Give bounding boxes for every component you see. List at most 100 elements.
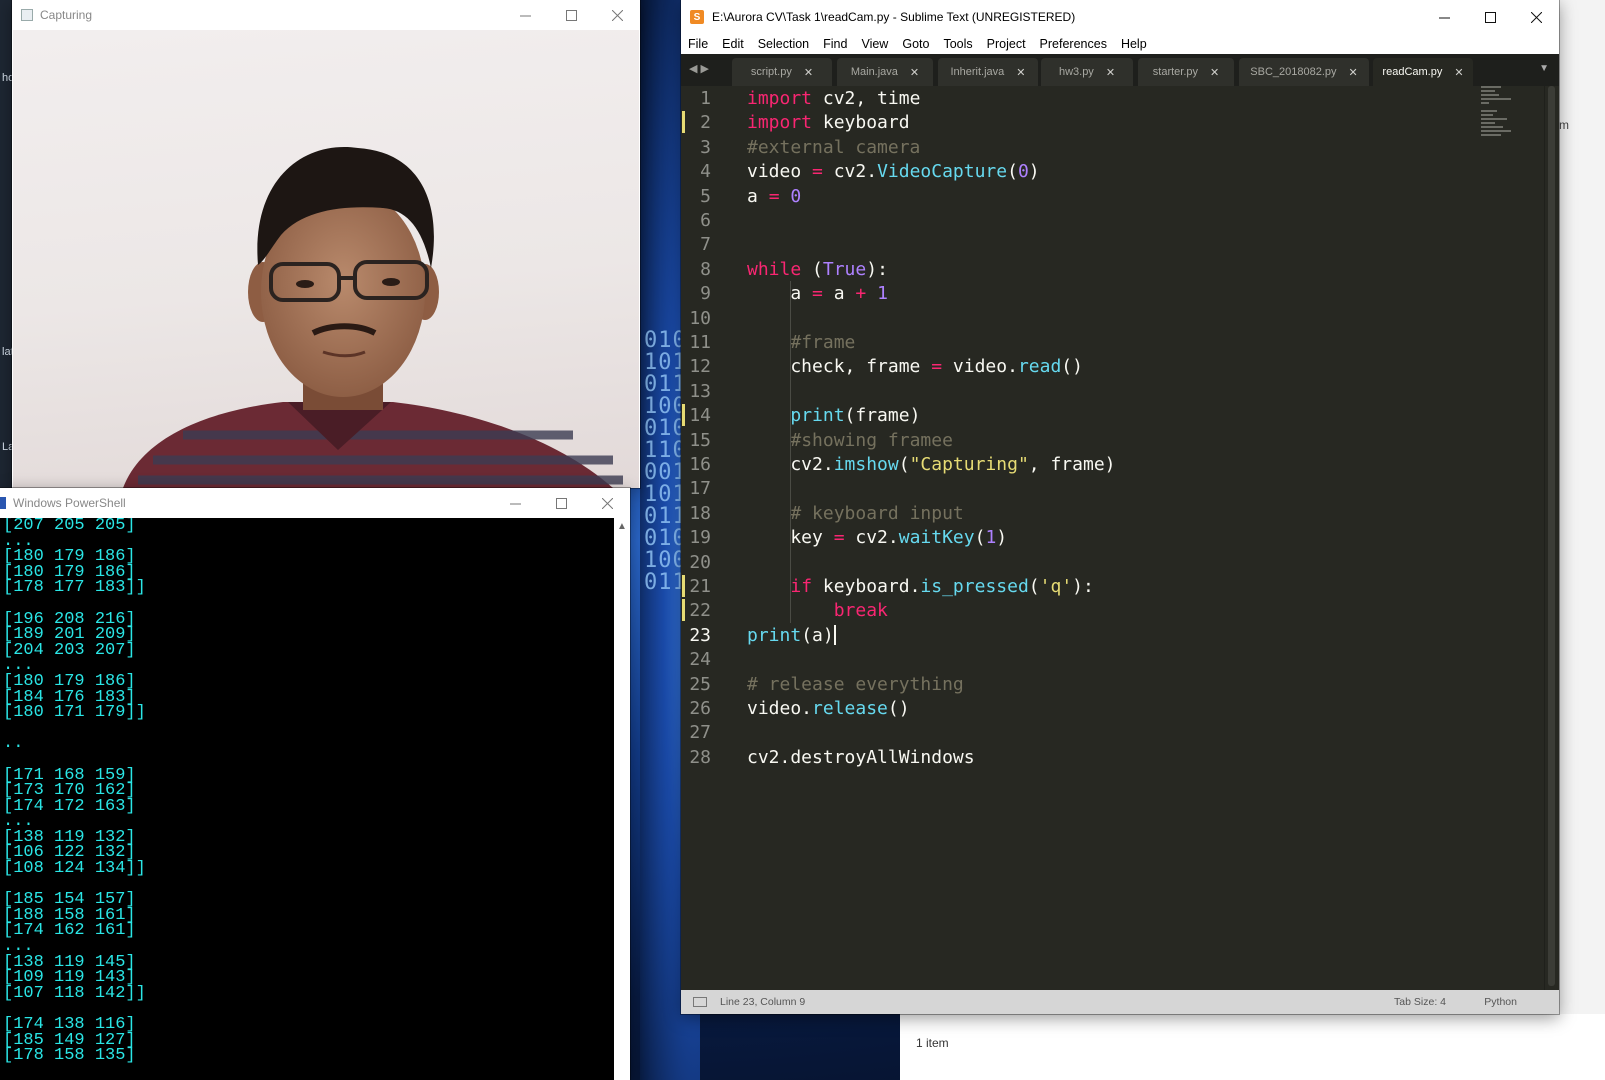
tab-close-icon[interactable]: ✕ — [804, 66, 813, 79]
code-line[interactable]: 6 — [681, 208, 1481, 232]
menu-item-find[interactable]: Find — [816, 37, 854, 51]
minimize-button[interactable] — [492, 488, 538, 518]
code-line[interactable]: 14 print(frame) — [681, 403, 1481, 427]
console-scrollbar[interactable]: ▲ — [614, 518, 630, 1080]
line-number: 21 — [689, 576, 711, 597]
tab-hw3-py[interactable]: hw3.py ✕ — [1041, 58, 1133, 86]
tab-close-icon[interactable]: ✕ — [910, 66, 919, 79]
code-line[interactable]: 22 break — [681, 598, 1481, 622]
tab-script-py[interactable]: script.py ✕ — [732, 58, 832, 86]
capturing-window[interactable]: Capturing — [12, 0, 640, 488]
line-number: 11 — [689, 332, 711, 353]
code-line[interactable]: 12 check, frame = video.read() — [681, 354, 1481, 378]
code-line[interactable]: 7 — [681, 232, 1481, 256]
tab-close-icon[interactable]: ✕ — [1016, 66, 1025, 79]
code-line[interactable]: 4 video = cv2.VideoCapture(0) — [681, 159, 1481, 183]
code-line[interactable]: 28 cv2.destroyAllWindows — [681, 745, 1481, 769]
tab-close-icon[interactable]: ✕ — [1210, 66, 1219, 79]
menu-item-view[interactable]: View — [854, 37, 895, 51]
minimize-icon — [509, 503, 521, 504]
code-line[interactable]: 15 #showing framee — [681, 428, 1481, 452]
code-text: cv2.destroyAllWindows — [747, 746, 975, 768]
powershell-window[interactable]: Windows PowerShell [207 205 205]... [180 … — [0, 488, 630, 1080]
menu-item-project[interactable]: Project — [980, 37, 1033, 51]
code-line[interactable]: 18 # keyboard input — [681, 501, 1481, 525]
panel-toggle-icon[interactable] — [693, 997, 707, 1007]
tab-main-java[interactable]: Main.java ✕ — [837, 58, 933, 86]
minimap[interactable] — [1481, 86, 1531, 156]
close-button[interactable] — [1513, 0, 1559, 34]
scrollbar-thumb[interactable] — [1548, 86, 1555, 986]
code-editor[interactable]: 1 import cv2, time 2 import keyboard 3 #exter… — [681, 86, 1545, 990]
console-output[interactable]: [207 205 205]... [180 179 186] [180 179 18… — [0, 518, 617, 1080]
tab-starter-py[interactable]: starter.py ✕ — [1138, 58, 1234, 86]
cursor-position[interactable]: Line 23, Column 9 — [720, 996, 805, 1008]
code-line[interactable]: 5 a = 0 — [681, 184, 1481, 208]
tab-readcam-py[interactable]: readCam.py ✕ — [1373, 58, 1473, 86]
minimize-button[interactable] — [1421, 0, 1467, 34]
tab-close-icon[interactable]: ✕ — [1454, 66, 1463, 79]
sublime-text-window[interactable]: S E:\Aurora CV\Task 1\readCam.py - Subli… — [681, 0, 1559, 1014]
editor-scrollbar[interactable] — [1544, 86, 1559, 990]
menu-item-edit[interactable]: Edit — [715, 37, 751, 51]
tab-dropdown-icon[interactable]: ▼ — [1539, 63, 1549, 74]
code-text: import keyboard — [747, 112, 910, 134]
code-line[interactable]: 3 #external camera — [681, 135, 1481, 159]
code-line[interactable]: 23 print(a) — [681, 623, 1481, 647]
minimize-button[interactable] — [502, 0, 548, 30]
tab-close-icon[interactable]: ✕ — [1106, 66, 1115, 79]
tab-label: Inherit.java — [950, 66, 1005, 78]
code-line[interactable]: 16 cv2.imshow("Capturing", frame) — [681, 452, 1481, 476]
line-number: 7 — [700, 234, 711, 256]
line-number: 19 — [689, 527, 711, 549]
code-line[interactable]: 19 key = cv2.waitKey(1) — [681, 525, 1481, 549]
code-line[interactable]: 11 #frame — [681, 330, 1481, 354]
tab-size-indicator[interactable]: Tab Size: 4 — [1394, 996, 1446, 1008]
code-line[interactable]: 17 — [681, 476, 1481, 500]
line-number: 5 — [700, 185, 711, 207]
minimize-icon — [519, 15, 531, 16]
code-line[interactable]: 1 import cv2, time — [681, 86, 1481, 110]
code-text: key = cv2.waitKey(1) — [790, 527, 1008, 549]
code-line[interactable]: 24 — [681, 647, 1481, 671]
tab-sbc-2018082-py[interactable]: SBC_2018082.py ✕ — [1239, 58, 1369, 86]
line-number: 23 — [689, 624, 711, 646]
menu-item-goto[interactable]: Goto — [895, 37, 936, 51]
maximize-button[interactable] — [1467, 0, 1513, 34]
indent-guide — [790, 281, 791, 623]
tab-label: readCam.py — [1382, 66, 1443, 78]
scroll-up-icon[interactable]: ▲ — [617, 521, 627, 532]
close-button[interactable] — [584, 488, 630, 518]
menu-item-file[interactable]: File — [681, 37, 715, 51]
code-line[interactable]: 13 — [681, 379, 1481, 403]
line-number: 12 — [689, 356, 711, 378]
line-number: 9 — [700, 283, 711, 305]
maximize-icon — [1484, 11, 1496, 23]
code-line[interactable]: 21 if keyboard.is_pressed('q'): — [681, 574, 1481, 598]
console-line: [174 162 161] — [3, 921, 136, 941]
code-line[interactable]: 8 while (True): — [681, 257, 1481, 281]
code-line[interactable]: 10 — [681, 306, 1481, 330]
menu-item-help[interactable]: Help — [1114, 37, 1154, 51]
code-line[interactable]: 27 — [681, 720, 1481, 744]
close-button[interactable] — [594, 0, 640, 30]
maximize-button[interactable] — [538, 488, 584, 518]
tab-close-icon[interactable]: ✕ — [1349, 66, 1358, 79]
powershell-icon — [0, 497, 6, 509]
line-number: 26 — [689, 698, 711, 719]
maximize-button[interactable] — [548, 0, 594, 30]
tab-scroll-arrows-icon[interactable]: ◀▶ — [689, 62, 712, 75]
console-line: [180 171 179]] — [3, 703, 146, 723]
code-line[interactable]: 25 # release everything — [681, 672, 1481, 696]
code-line[interactable]: 9 a = a + 1 — [681, 281, 1481, 305]
syntax-indicator[interactable]: Python — [1484, 996, 1517, 1008]
code-line[interactable]: 2 import keyboard — [681, 110, 1481, 134]
code-line[interactable]: 26 video.release() — [681, 696, 1481, 720]
tab-inherit-java[interactable]: Inherit.java ✕ — [938, 58, 1038, 86]
menu-item-selection[interactable]: Selection — [751, 37, 816, 51]
line-number: 3 — [700, 136, 711, 158]
code-line[interactable]: 20 — [681, 550, 1481, 574]
menu-item-preferences[interactable]: Preferences — [1033, 37, 1114, 51]
menu-item-tools[interactable]: Tools — [936, 37, 979, 51]
tab-bar: ◀▶ script.py ✕ Main.java ✕ Inherit.java ✕ hw3.… — [681, 54, 1559, 86]
